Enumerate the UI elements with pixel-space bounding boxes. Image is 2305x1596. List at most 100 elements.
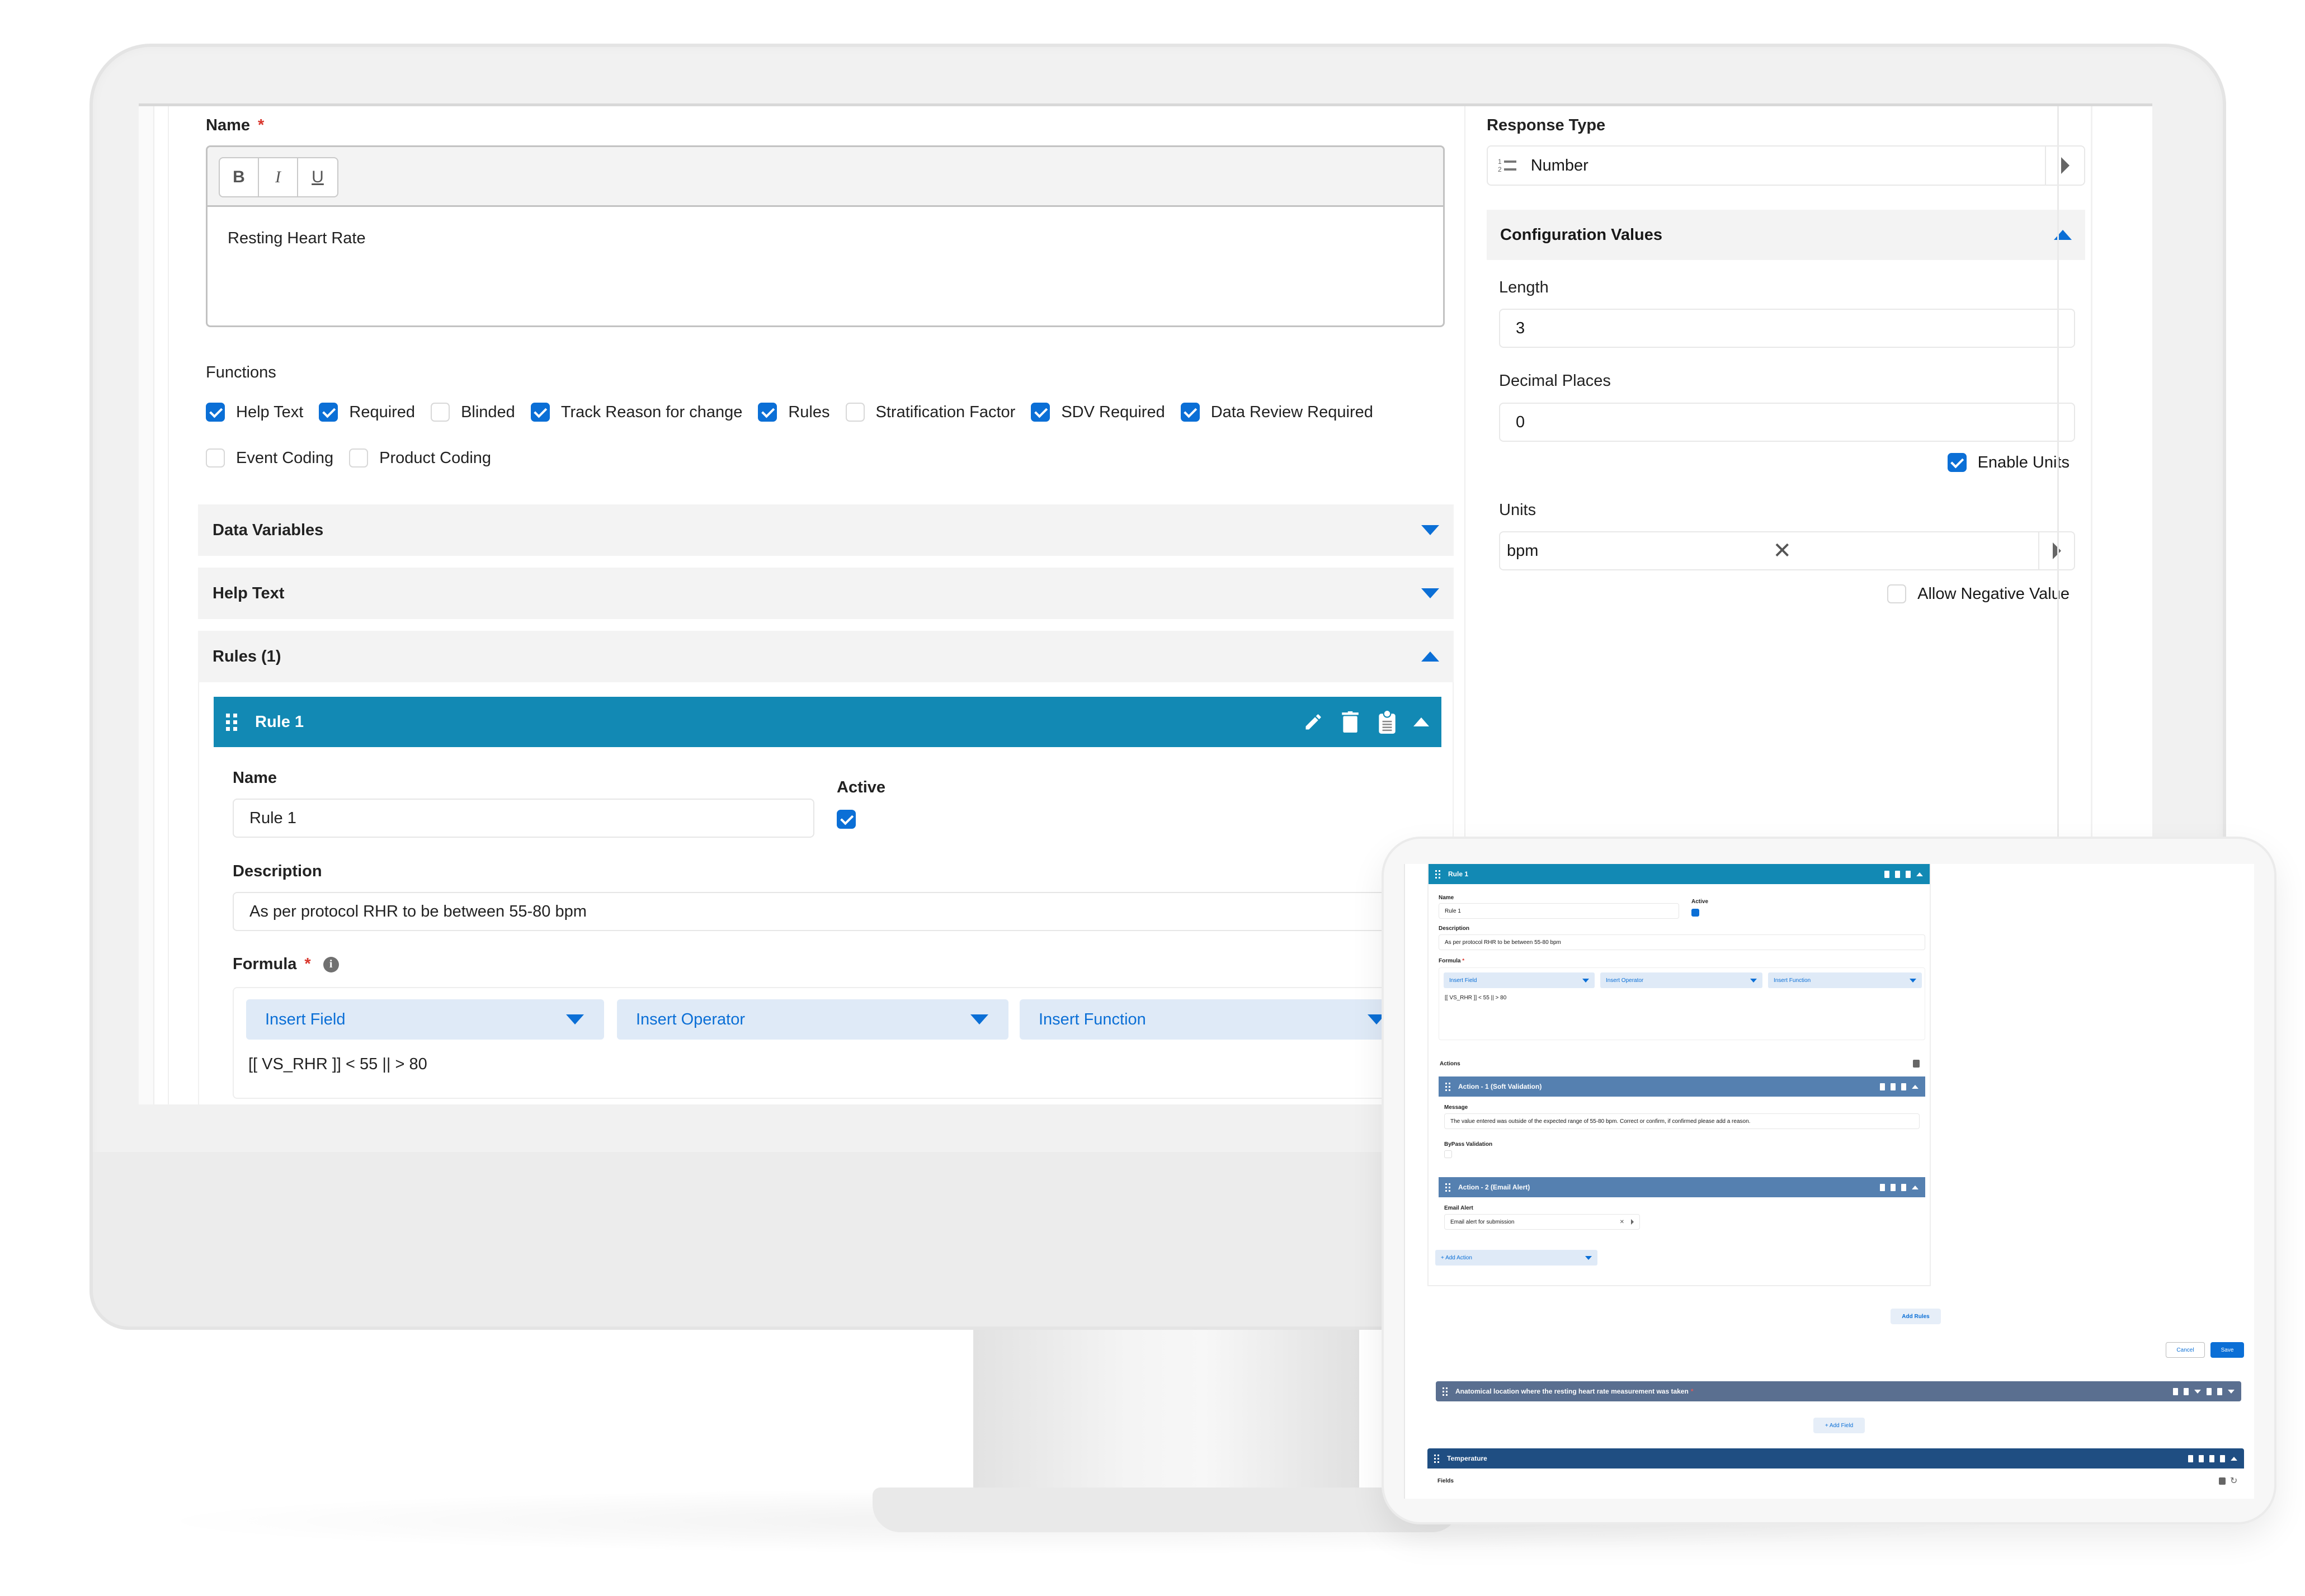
cancel-button[interactable]: Cancel xyxy=(2166,1342,2205,1358)
function-rules[interactable]: Rules xyxy=(758,403,830,422)
columns-icon[interactable] xyxy=(2199,1455,2204,1462)
active-checkbox[interactable] xyxy=(1691,909,1699,917)
bypass-validation-checkbox[interactable] xyxy=(1444,1150,1452,1158)
clipboard-check-icon[interactable] xyxy=(2220,1455,2225,1462)
insert-field-dropdown[interactable]: Insert Field xyxy=(246,999,604,1040)
message-input[interactable]: The value entered was outside of the exp… xyxy=(1444,1113,1920,1129)
tablet-rule-header[interactable]: Rule 1 xyxy=(1429,864,1930,884)
description-input[interactable]: As per protocol RHR to be between 55-80 … xyxy=(1439,934,1925,950)
underline-button[interactable]: U xyxy=(298,158,337,196)
checkbox[interactable] xyxy=(845,403,865,422)
collapse-icon[interactable] xyxy=(2231,1456,2237,1461)
add-action-dropdown[interactable]: + Add Action xyxy=(1435,1250,1597,1266)
checkbox[interactable] xyxy=(431,403,450,422)
length-input[interactable]: 3 xyxy=(1499,309,2075,348)
action-1-header[interactable]: Action - 1 (Soft Validation) xyxy=(1439,1076,1925,1097)
collapse-icon[interactable] xyxy=(1912,1185,1919,1189)
trash-icon[interactable] xyxy=(2188,1455,2193,1462)
expand-icon[interactable] xyxy=(2228,1389,2235,1394)
checkbox[interactable] xyxy=(206,403,225,422)
bold-button[interactable]: B xyxy=(220,158,259,196)
function-help-text[interactable]: Help Text xyxy=(206,403,303,422)
function-stratification-factor[interactable]: Stratification Factor xyxy=(845,403,1015,422)
chevron-right-icon[interactable] xyxy=(2045,147,2084,185)
insert-field-dropdown[interactable]: Insert Field xyxy=(1444,972,1595,988)
clipboard-check-icon[interactable] xyxy=(1906,870,1911,878)
field-header-anatomical-location[interactable]: Anatomical location where the resting he… xyxy=(1436,1381,2241,1401)
save-button[interactable]: Save xyxy=(2210,1342,2244,1358)
rule-header[interactable]: Rule 1 xyxy=(214,697,1441,747)
chevron-right-icon[interactable] xyxy=(2038,532,2074,569)
email-alert-select[interactable]: Email alert for submission ✕ xyxy=(1444,1214,1640,1230)
checkbox[interactable] xyxy=(349,448,369,468)
drag-handle-icon[interactable] xyxy=(1445,1082,1450,1091)
edit-pencil-icon[interactable] xyxy=(1303,710,1324,734)
action-2-header[interactable]: Action - 2 (Email Alert) xyxy=(1439,1177,1925,1197)
collapse-icon[interactable] xyxy=(1413,717,1429,726)
name-rich-text-editor[interactable]: B I U Resting Heart Rate xyxy=(206,145,1445,327)
function-data-review-required[interactable]: Data Review Required xyxy=(1180,403,1373,422)
accordion-help-text[interactable]: Help Text xyxy=(198,568,1454,619)
formula-editor[interactable]: Insert Field Insert Operator Insert Func… xyxy=(233,987,1463,1099)
clear-x-icon[interactable]: ✕ xyxy=(1773,538,1792,564)
insert-function-dropdown[interactable]: Insert Function xyxy=(1020,999,1406,1040)
clipboard-check-icon[interactable] xyxy=(2217,1387,2222,1395)
configuration-values-header[interactable]: Configuration Values xyxy=(1487,210,2085,260)
drag-handle-icon[interactable] xyxy=(226,713,237,731)
insert-function-dropdown[interactable]: Insert Function xyxy=(1768,972,1922,988)
checkbox[interactable] xyxy=(758,403,777,422)
function-track-reason[interactable]: Track Reason for change xyxy=(530,403,742,422)
italic-button[interactable]: I xyxy=(259,158,298,196)
trash-icon[interactable] xyxy=(1891,1083,1896,1090)
enable-units-toggle[interactable]: Enable Units xyxy=(1947,453,2070,472)
chevron-down-icon[interactable] xyxy=(2194,1389,2201,1394)
function-required[interactable]: Required xyxy=(319,403,415,422)
checkbox[interactable] xyxy=(1947,453,1967,472)
checkbox[interactable] xyxy=(1887,584,1907,603)
clear-x-icon[interactable]: ✕ xyxy=(1620,1219,1624,1225)
allow-negative-toggle[interactable]: Allow Negative Value xyxy=(1887,584,2070,603)
edit-pencil-icon[interactable] xyxy=(1880,1183,1885,1191)
collapse-icon[interactable] xyxy=(1916,872,1923,876)
units-select[interactable]: bpm ✕ xyxy=(1499,531,2075,570)
add-copy-icon[interactable] xyxy=(2219,1477,2226,1485)
checkbox[interactable] xyxy=(530,403,550,422)
function-product-coding[interactable]: Product Coding xyxy=(349,448,491,468)
checkbox[interactable] xyxy=(1180,403,1200,422)
clipboard-check-icon[interactable] xyxy=(1901,1083,1906,1090)
function-blinded[interactable]: Blinded xyxy=(431,403,515,422)
drag-handle-icon[interactable] xyxy=(1443,1387,1448,1396)
page-scrollbar[interactable] xyxy=(2091,106,2092,945)
trash-icon[interactable] xyxy=(1891,1183,1896,1191)
chevron-right-icon[interactable] xyxy=(1631,1219,1634,1225)
formula-text[interactable]: [[ VS_RHR ]] < 55 || > 80 xyxy=(248,1055,427,1074)
refresh-icon[interactable]: ↻ xyxy=(2230,1475,2237,1486)
database-shield-icon[interactable] xyxy=(2184,1387,2189,1395)
rule-name-input[interactable]: Rule 1 xyxy=(233,799,814,838)
rule-name-input[interactable]: Rule 1 xyxy=(1439,903,1679,919)
trash-icon[interactable] xyxy=(1340,710,1361,734)
panel-scrollbar[interactable] xyxy=(2057,106,2059,895)
response-type-select[interactable]: 12 Number xyxy=(1487,145,2085,186)
section-header-temperature[interactable]: Temperature xyxy=(1427,1448,2244,1468)
checkbox[interactable] xyxy=(206,448,225,468)
description-input[interactable]: As per protocol RHR to be between 55-80 … xyxy=(233,892,1463,931)
add-field-button[interactable]: + Add Field xyxy=(1813,1418,1865,1433)
trash-icon[interactable] xyxy=(2207,1387,2212,1395)
report-search-icon[interactable] xyxy=(2173,1387,2178,1395)
info-icon[interactable]: i xyxy=(323,956,339,972)
drag-handle-icon[interactable] xyxy=(1445,1183,1450,1192)
checkbox[interactable] xyxy=(319,403,338,422)
accordion-rules[interactable]: Rules (1) xyxy=(198,631,1454,682)
function-event-coding[interactable]: Event Coding xyxy=(206,448,333,468)
copy-icon[interactable] xyxy=(1913,1060,1920,1068)
formula-editor[interactable]: Insert Field Insert Operator Insert Func… xyxy=(1439,967,1925,1040)
insert-operator-dropdown[interactable]: Insert Operator xyxy=(617,999,1008,1040)
trash-icon[interactable] xyxy=(1895,870,1900,878)
insert-operator-dropdown[interactable]: Insert Operator xyxy=(1600,972,1762,988)
insert-row-icon[interactable] xyxy=(2209,1455,2214,1462)
name-editor-content[interactable]: Resting Heart Rate xyxy=(208,207,1443,270)
checkbox[interactable] xyxy=(1031,403,1050,422)
decimal-places-input[interactable]: 0 xyxy=(1499,403,2075,442)
drag-handle-icon[interactable] xyxy=(1434,1454,1439,1463)
